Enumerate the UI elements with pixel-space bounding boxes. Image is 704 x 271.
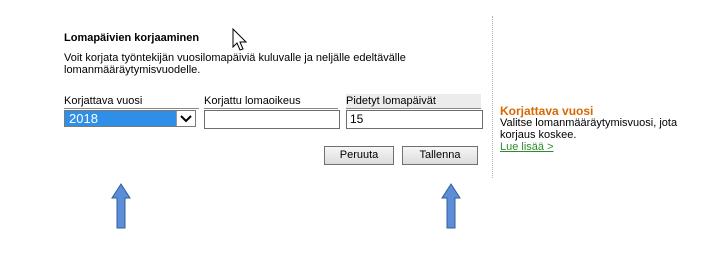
mouse-pointer-icon [232,28,248,51]
panel-divider [492,16,493,178]
form-title: Lomapäivien korjaaminen [64,32,200,44]
days-input[interactable]: 15 [346,110,483,129]
chevron-down-icon[interactable] [176,111,195,126]
year-column-label: Korjattava vuosi [64,94,199,109]
correction-form: Lomapäivien korjaaminen Voit korjata työ… [57,16,485,182]
arrow-up-icon [441,183,461,229]
year-select-value: 2018 [69,111,98,126]
form-description: Voit korjata työntekijän vuosilomapäiviä… [64,52,406,76]
help-title: Korjattava vuosi [500,104,594,118]
year-select[interactable]: 2018 [64,110,196,127]
correction-input[interactable] [204,110,340,129]
cancel-button[interactable]: Peruuta [324,146,394,165]
days-column-label: Pidetyt lomapäivät [346,94,481,109]
correction-column-label: Korjattu lomaoikeus [204,94,338,109]
help-text: Valitse lomanmääräytymisvuosi, jota korj… [500,117,678,141]
save-button[interactable]: Tallenna [402,146,478,165]
read-more-link[interactable]: Lue lisää > [500,141,700,153]
arrow-up-icon [111,183,131,229]
help-panel: Korjattava vuosi Valitse lomanmääräytymi… [500,105,700,153]
